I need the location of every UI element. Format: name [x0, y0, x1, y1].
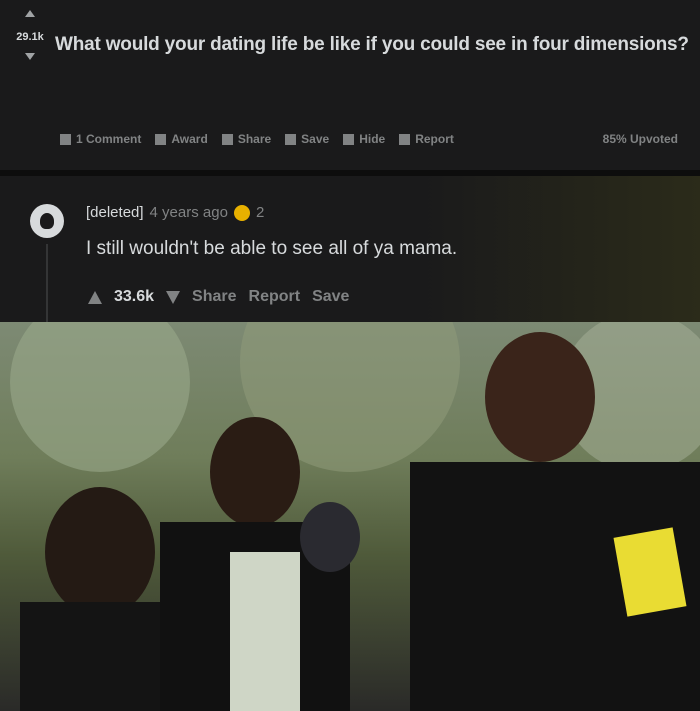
upvote-arrow-icon[interactable]: [88, 290, 102, 304]
upvote-arrow-icon[interactable]: [25, 10, 35, 17]
post-actions: 1 Comment Award Share Save Hide Report: [60, 132, 454, 146]
save-label: Save: [301, 132, 330, 146]
share-button[interactable]: Share: [221, 132, 272, 146]
comment-actions: 33.6k Share Report Save: [88, 288, 349, 306]
share-label: Share: [237, 132, 272, 146]
hide-label: Hide: [359, 132, 386, 146]
share-icon: [221, 133, 233, 145]
downvote-arrow-icon[interactable]: [25, 53, 35, 60]
post-title[interactable]: What would your dating life be like if y…: [55, 34, 689, 56]
post: 29.1k What would your dating life be lik…: [0, 0, 700, 170]
comment: [deleted] 4 years ago 2 I still wouldn't…: [0, 176, 700, 322]
award-count: 2: [255, 204, 265, 221]
post-vote-column: 29.1k: [10, 4, 50, 60]
post-score: 29.1k: [16, 31, 44, 43]
save-icon: [285, 133, 297, 145]
hide-icon: [343, 133, 355, 145]
meme-illustration: [10, 322, 700, 711]
comment-share-button[interactable]: Share: [192, 288, 236, 306]
comment-meta: [deleted] 4 years ago 2: [86, 204, 264, 221]
award-label: Award: [171, 132, 208, 146]
save-button[interactable]: Save: [285, 132, 329, 146]
thread-line[interactable]: [46, 244, 48, 322]
comment-text: I still wouldn't be able to see all of y…: [86, 238, 458, 259]
award-icon: [233, 204, 250, 221]
comment-report-button[interactable]: Report: [249, 288, 301, 306]
report-icon: [399, 133, 411, 145]
comment-time: 4 years ago: [149, 204, 228, 221]
reaction-meme-image: [0, 322, 700, 711]
comment-score: 33.6k: [114, 288, 155, 305]
report-button[interactable]: Report: [399, 132, 454, 146]
comment-button[interactable]: 1 Comment: [60, 132, 141, 146]
hide-button[interactable]: Hide: [343, 132, 385, 146]
comment-author: [deleted]: [86, 204, 144, 221]
comment-icon: [60, 133, 71, 145]
comment-label: 1 Comment: [76, 132, 142, 146]
downvote-arrow-icon[interactable]: [166, 290, 181, 304]
avatar[interactable]: [30, 204, 64, 238]
award-icon: [155, 133, 167, 145]
comment-save-button[interactable]: Save: [312, 288, 349, 306]
award-button[interactable]: Award: [155, 132, 208, 146]
report-label: Report: [415, 132, 454, 146]
upvoted-percentage: 85% Upvoted: [602, 132, 678, 146]
